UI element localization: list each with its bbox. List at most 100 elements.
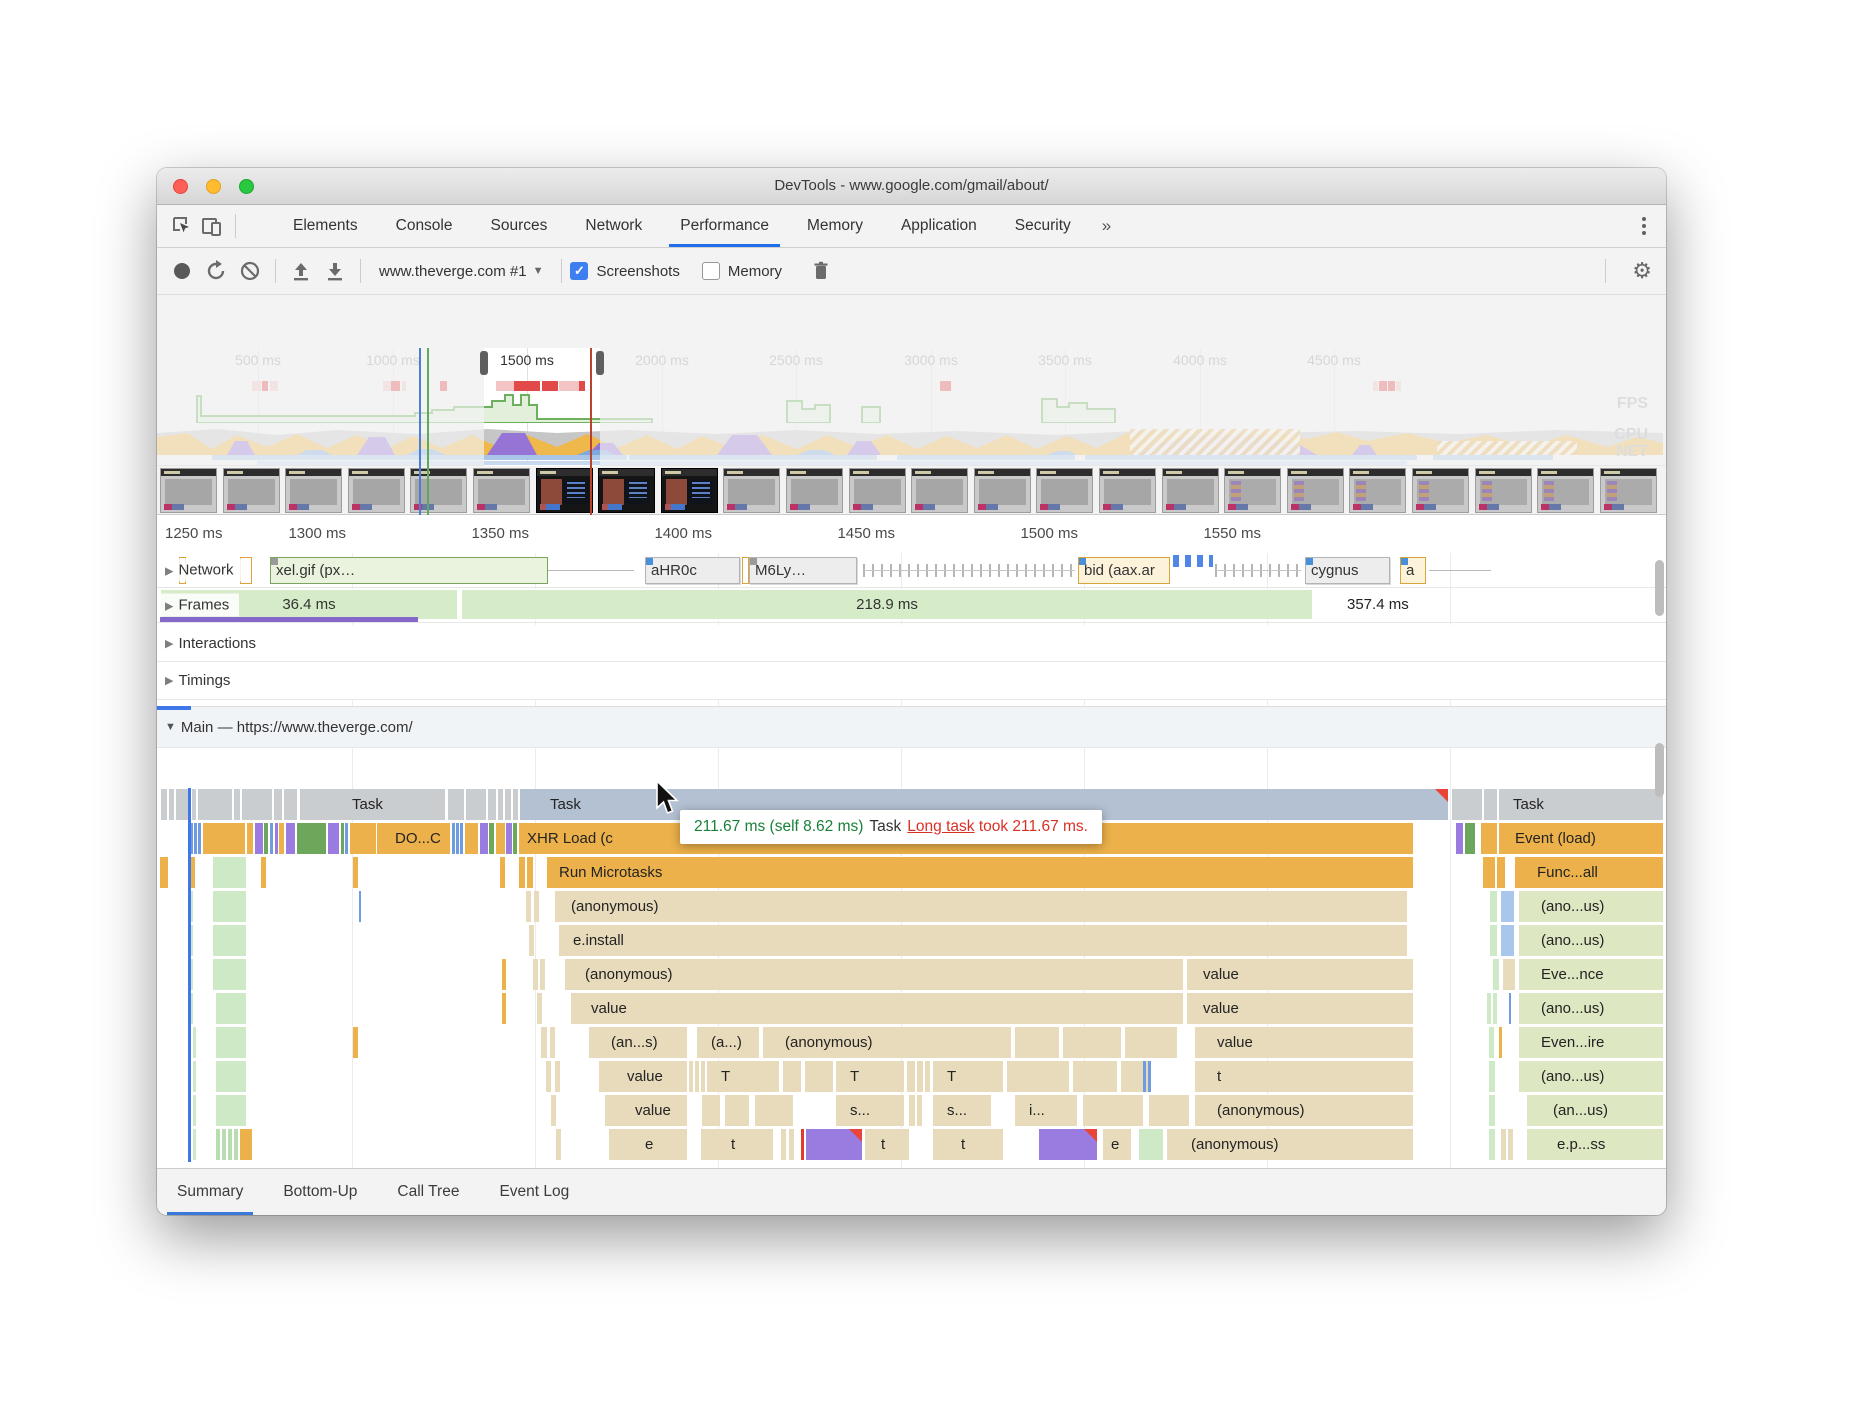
flame-bar[interactable] [198, 789, 232, 820]
flame-bar[interactable] [1148, 1061, 1151, 1092]
clear-recording-icon[interactable] [233, 256, 267, 286]
flame-bar-an-s[interactable]: (an...s) [589, 1027, 687, 1058]
flame-bar[interactable] [513, 823, 517, 854]
flame-bar-anonymous[interactable]: (anonymous) [1167, 1129, 1413, 1160]
flame-bar[interactable] [526, 891, 531, 922]
flame-bar-value[interactable]: value [1187, 959, 1413, 990]
flame-bar[interactable] [234, 789, 240, 820]
flame-bar[interactable] [193, 1027, 196, 1058]
flame-bar-e-install[interactable]: e.install [559, 925, 1407, 956]
flame-bar-value[interactable]: value [1187, 993, 1413, 1024]
flame-bar[interactable] [465, 823, 478, 854]
tab-performance[interactable]: Performance [661, 205, 788, 247]
flame-bar[interactable] [1490, 891, 1497, 922]
film-thumb[interactable] [1475, 468, 1532, 513]
flame-bar-e[interactable]: e [1103, 1129, 1131, 1160]
flame-bar[interactable] [527, 857, 533, 888]
flame-bar-even-ire[interactable]: Even...ire [1519, 1027, 1663, 1058]
film-thumb[interactable] [598, 468, 655, 513]
selection-right-handle[interactable] [596, 351, 604, 375]
flame-bar[interactable] [806, 1129, 862, 1160]
flame-bar[interactable] [1489, 1027, 1494, 1058]
flame-bar-i[interactable]: i... [1015, 1095, 1077, 1126]
bottom-tab-call-tree[interactable]: Call Tree [377, 1169, 479, 1215]
flame-bar[interactable] [198, 823, 201, 854]
flame-bar[interactable] [270, 823, 273, 854]
flame-bar[interactable] [216, 1027, 246, 1058]
flame-bar-event-load[interactable]: Event (load) [1499, 823, 1663, 854]
flame-bar[interactable] [350, 823, 376, 854]
screenshots-checkbox[interactable]: ✓ [570, 262, 588, 280]
film-thumb[interactable] [661, 468, 718, 513]
flame-bar[interactable] [1484, 789, 1497, 820]
flame-bar[interactable] [1125, 1027, 1177, 1058]
flame-bar[interactable] [1501, 1129, 1506, 1160]
flame-chart[interactable]: TaskTaskTaskDO...CXHR Load (cEvent (load… [157, 788, 1666, 1162]
flame-bar[interactable] [1490, 925, 1497, 956]
flame-bar[interactable] [213, 959, 246, 990]
flame-bar-e-p-ss[interactable]: e.p...ss [1527, 1129, 1663, 1160]
flame-bar-value[interactable]: value [605, 1095, 687, 1126]
flame-bar-do-c[interactable]: DO...C [377, 823, 450, 854]
flame-bar[interactable] [213, 891, 246, 922]
bottom-tab-bottom-up[interactable]: Bottom-Up [263, 1169, 377, 1215]
flame-bar-value[interactable]: value [1195, 1027, 1413, 1058]
flame-bar[interactable] [1509, 993, 1511, 1024]
flame-bar[interactable] [160, 857, 168, 888]
flame-bar[interactable] [789, 1129, 794, 1160]
flame-bar[interactable] [519, 857, 525, 888]
flame-bar[interactable] [1073, 1061, 1117, 1092]
inspect-element-icon[interactable] [167, 212, 197, 240]
flame-bar[interactable] [341, 823, 344, 854]
gear-icon[interactable]: ⚙ [1618, 258, 1666, 284]
flame-bar-t[interactable]: T [707, 1061, 779, 1092]
tab-network[interactable]: Network [566, 205, 661, 247]
flame-bar-task[interactable]: Task [300, 789, 445, 820]
network-busy-sliver[interactable] [742, 557, 749, 584]
network-request[interactable]: aHR0c [645, 557, 740, 584]
screenshots-label[interactable]: Screenshots [596, 263, 679, 280]
flame-bar[interactable] [240, 1129, 252, 1160]
flame-bar[interactable] [1481, 823, 1497, 854]
film-thumb[interactable] [1412, 468, 1469, 513]
film-thumb[interactable] [1036, 468, 1093, 513]
film-thumb[interactable] [1099, 468, 1156, 513]
scrollbar-thumb[interactable] [1655, 560, 1664, 616]
flame-bar[interactable] [1489, 1095, 1495, 1126]
flame-bar[interactable] [489, 823, 494, 854]
flame-bar[interactable] [725, 1095, 749, 1126]
flame-bar[interactable] [1499, 1027, 1502, 1058]
flame-bar[interactable] [460, 823, 463, 854]
flame-bar[interactable] [502, 993, 506, 1024]
flame-bar[interactable] [701, 1061, 705, 1092]
flame-bar[interactable] [917, 1095, 922, 1126]
main-thread-track[interactable]: ▼Main — https://www.theverge.com/ [157, 706, 1666, 748]
flame-bar[interactable] [1501, 891, 1514, 922]
tab-elements[interactable]: Elements [274, 205, 377, 247]
flame-bar[interactable] [556, 1129, 561, 1160]
flame-bar[interactable] [264, 823, 268, 854]
flame-bar[interactable] [192, 789, 196, 820]
flame-bar[interactable] [255, 823, 263, 854]
flame-bar[interactable] [359, 891, 361, 922]
flame-bar[interactable] [194, 823, 197, 854]
flame-bar[interactable] [345, 823, 348, 854]
flame-bar-ano-us[interactable]: (ano...us) [1519, 891, 1663, 922]
flame-bar[interactable] [1039, 1129, 1097, 1160]
frame-block[interactable]: 218.9 ms [461, 589, 1313, 620]
frames-track[interactable]: ▶Frames 36.4 ms218.9 ms 357.4 ms [157, 588, 1666, 623]
film-thumb[interactable] [1349, 468, 1406, 513]
flame-bar[interactable] [213, 857, 246, 888]
flame-bar[interactable] [689, 1061, 693, 1092]
film-thumb[interactable] [723, 468, 780, 513]
flame-bar[interactable] [284, 789, 297, 820]
flame-bar[interactable] [1489, 1129, 1495, 1160]
flame-bar[interactable] [1083, 1095, 1143, 1126]
network-whisker-line[interactable] [548, 570, 634, 571]
flame-bar[interactable] [452, 823, 455, 854]
flame-bar-s[interactable]: s... [836, 1095, 904, 1126]
flame-bar[interactable] [925, 1061, 930, 1092]
flame-bar[interactable] [498, 789, 503, 820]
flame-bar[interactable] [550, 1027, 555, 1058]
flame-bar[interactable] [213, 925, 246, 956]
